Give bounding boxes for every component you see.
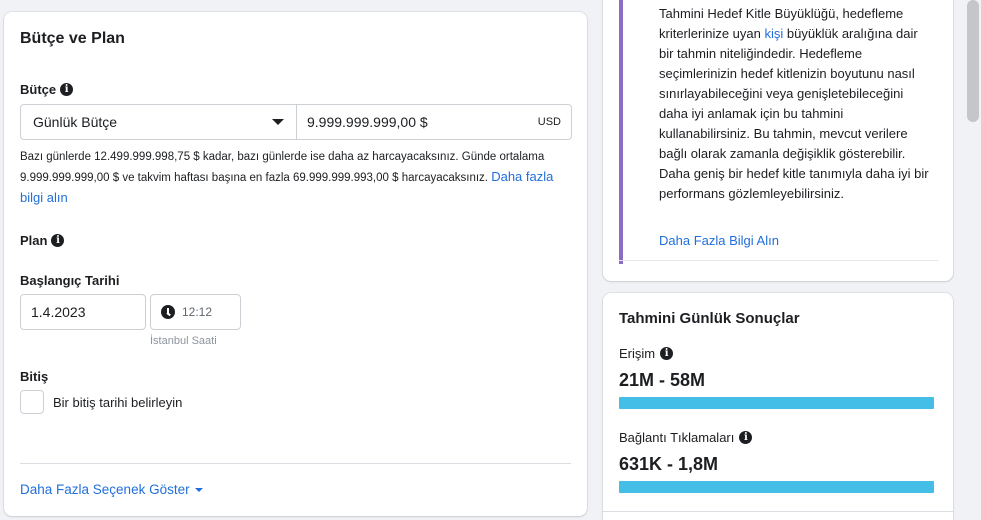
budget-type-dropdown[interactable]: Günlük Bütçe [20, 104, 297, 140]
budget-label-text: Bütçe [20, 82, 57, 97]
start-time-input[interactable]: 12:12 [150, 294, 241, 330]
reach-bar-track [619, 397, 934, 409]
clicks-bar [619, 481, 934, 493]
timezone-label: İstanbul Saati [150, 335, 217, 347]
reach-label-text: Erişim [619, 346, 656, 361]
clicks-bar-track [619, 481, 934, 493]
reach-value: 21M - 58M [619, 370, 706, 390]
budget-amount-value: 9.999.999.999,00 $ [307, 114, 428, 130]
daily-results-card: Tahmini Günlük Sonuçlar Erişim i 21M - 5… [603, 293, 953, 520]
plan-label: Plan i [20, 233, 65, 248]
clock-icon [161, 305, 175, 319]
divider [603, 511, 953, 512]
plan-label-text: Plan [20, 233, 48, 248]
chevron-down-icon [272, 119, 284, 125]
results-title: Tahmini Günlük Sonuçlar [619, 310, 800, 327]
budget-type-value: Günlük Bütçe [33, 114, 118, 130]
accent-bar [619, 0, 623, 264]
reach-label: Erişim i [619, 346, 674, 361]
clicks-value: 631K - 1,8M [619, 454, 719, 474]
budget-amount-input[interactable]: 9.999.999.999,00 $ USD [296, 104, 572, 140]
spend-note-text: Bazı günlerde 12.499.999.998,75 $ kadar,… [20, 151, 545, 184]
more-options-toggle[interactable]: Daha Fazla Seçenek Göster [20, 482, 203, 497]
budget-label: Bütçe i [20, 82, 74, 97]
end-date-checkbox-row[interactable]: Bir bitiş tarihi belirleyin [20, 390, 182, 414]
start-date-value: 1.4.2023 [31, 304, 86, 320]
reach-bar [619, 397, 934, 409]
end-label: Bitiş [20, 369, 49, 384]
budget-plan-card: Bütçe ve Plan Bütçe i Günlük Bütçe 9.999… [4, 12, 587, 516]
spend-note: Bazı günlerde 12.499.999.998,75 $ kadar,… [20, 148, 560, 209]
people-link[interactable]: kişi [765, 26, 784, 41]
info-box-bottom-border [619, 260, 938, 264]
info-learn-more-link[interactable]: Daha Fazla Bilgi Alın [659, 233, 779, 248]
start-time-value: 12:12 [182, 305, 213, 319]
start-date-label: Başlangıç Tarihi [20, 273, 120, 288]
info-icon[interactable]: i [60, 83, 74, 96]
info-icon[interactable]: i [739, 431, 753, 444]
end-date-checkbox-label: Bir bitiş tarihi belirleyin [53, 394, 183, 410]
info-icon[interactable]: i [660, 347, 674, 360]
info-icon[interactable]: i [51, 234, 65, 247]
caret-down-icon [194, 487, 203, 492]
currency-label: USD [537, 116, 561, 128]
card-title: Bütçe ve Plan [20, 30, 125, 47]
more-options-label: Daha Fazla Seçenek Göster [20, 482, 190, 497]
scrollbar-thumb[interactable] [967, 0, 979, 122]
start-date-input[interactable]: 1.4.2023 [20, 294, 146, 330]
end-date-checkbox[interactable] [20, 390, 44, 414]
info-text-part2: büyüklük aralığına dair bir tahmin nitel… [659, 26, 929, 201]
clicks-label-text: Bağlantı Tıklamaları [619, 430, 735, 445]
info-text: Tahmini Hedef Kitle Büyüklüğü, hedefleme… [659, 4, 929, 204]
audience-info-card: Tahmini Hedef Kitle Büyüklüğü, hedefleme… [603, 0, 953, 281]
clicks-label: Bağlantı Tıklamaları i [619, 430, 753, 445]
divider [20, 463, 571, 464]
